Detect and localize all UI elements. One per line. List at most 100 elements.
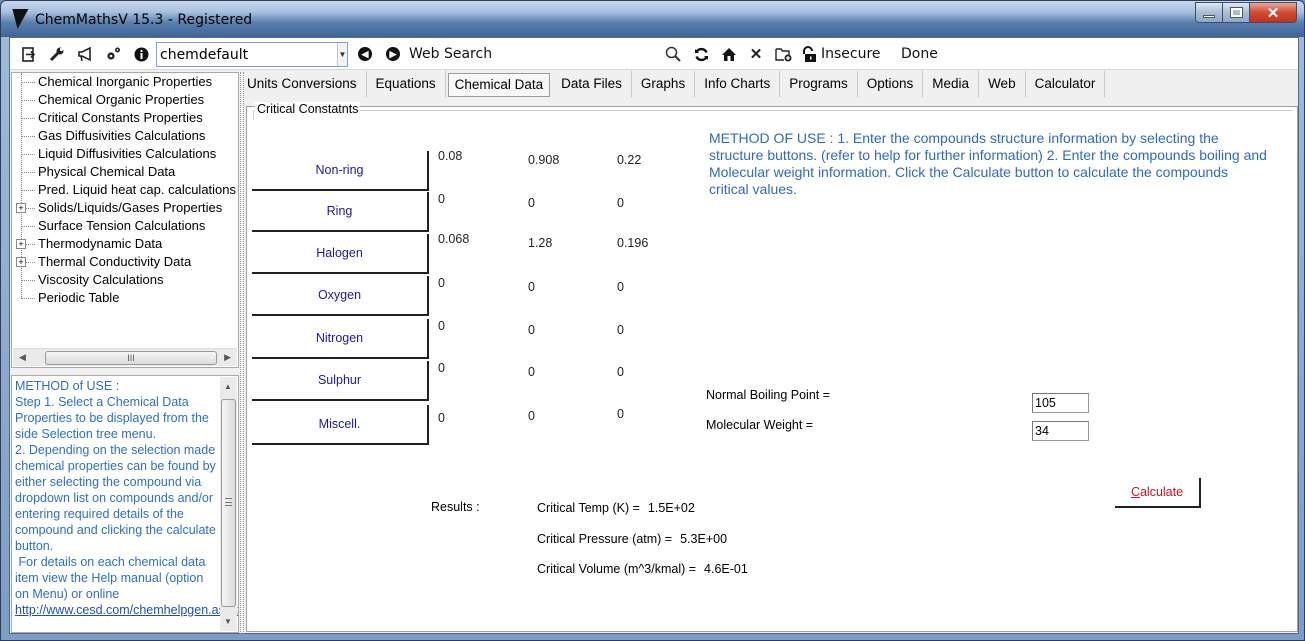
structure-button-ring[interactable]: Ring [252, 192, 429, 232]
tab-calculator[interactable]: Calculator [1026, 71, 1106, 97]
app-logo-icon [9, 9, 29, 29]
expand-plus-icon[interactable]: + [16, 203, 26, 213]
load-status: Done [901, 46, 938, 62]
chevron-down-icon[interactable]: ▼ [337, 43, 347, 66]
tab-equations[interactable]: Equations [367, 71, 446, 97]
web-search-button[interactable]: Web Search [409, 46, 492, 62]
scroll-thumb[interactable] [221, 399, 236, 607]
panel-splitter[interactable] [240, 72, 244, 634]
megaphone-icon[interactable] [76, 45, 94, 63]
scroll-thumb[interactable]: III [45, 351, 217, 365]
help-panel: METHOD of USE : Step 1. Select a Chemica… [11, 375, 239, 633]
help-link[interactable]: http://www.cesd.com/chemhelpgen.aspx [15, 603, 238, 617]
tab-info-charts[interactable]: Info Charts [695, 71, 781, 97]
structure-button-oxygen[interactable]: Oxygen [252, 276, 429, 316]
window-title: ChemMathsV 15.3 - Registered [35, 12, 253, 28]
tree-item[interactable]: + Solids/Liquids/Gases Properties [12, 199, 238, 217]
unlock-icon [800, 45, 818, 63]
molecular-weight-input[interactable] [1032, 421, 1089, 441]
structure-button-nitrogen[interactable]: Nitrogen [252, 319, 429, 359]
maximize-button[interactable] [1223, 2, 1250, 23]
tree-item-label: Solids/Liquids/Gases Properties [38, 200, 223, 215]
expand-plus-icon[interactable]: + [16, 239, 26, 249]
tab-units-conversions[interactable]: Units Conversions [238, 71, 367, 97]
structure-value: 0.196 [617, 236, 649, 250]
tree-item-label: Surface Tension Calculations [38, 218, 206, 233]
tree-item[interactable]: Physical Chemical Data [12, 163, 238, 181]
forward-icon[interactable]: ▶ [386, 47, 400, 61]
scroll-down-icon[interactable]: ▼ [224, 617, 232, 626]
structure-button-miscell[interactable]: Miscell. [252, 405, 429, 445]
gears-icon[interactable] [104, 45, 122, 63]
profile-combobox[interactable]: ▼ [156, 42, 348, 67]
tree-horizontal-scrollbar[interactable]: ◀ III ▶ [13, 348, 237, 366]
title-bar[interactable]: ChemMathsV 15.3 - Registered ✕ [1, 1, 1304, 37]
calculate-button[interactable]: Calculate [1115, 478, 1201, 508]
structure-value: 0 [617, 407, 624, 421]
tree-item[interactable]: Viscosity Calculations [12, 271, 238, 289]
wrench-icon[interactable] [48, 45, 66, 63]
help-vertical-scrollbar[interactable]: ▲ ▼ [220, 377, 237, 631]
app-window: ChemMathsV 15.3 - Registered ✕ chemdefau… [0, 0, 1305, 641]
main-tabs: Units Conversions Equations Chemical Data D… [238, 71, 1106, 99]
scroll-right-icon[interactable]: ▶ [224, 352, 231, 363]
structure-button-sulphur[interactable]: Sulphur [252, 361, 429, 401]
window-controls: ✕ [1195, 2, 1297, 23]
results-label: Results : [431, 500, 480, 514]
tree-connector [21, 82, 35, 83]
tree-item[interactable]: Pred. Liquid heat cap. calculations [12, 181, 238, 199]
tree-item[interactable]: Chemical Organic Properties [12, 91, 238, 109]
tree-connector [21, 136, 35, 137]
exit-icon[interactable] [20, 45, 38, 63]
structure-button-nonring[interactable]: Non-ring [252, 151, 429, 191]
structure-value: 0 [438, 319, 445, 333]
structure-value: 0 [438, 361, 445, 375]
close-button[interactable]: ✕ [1250, 2, 1297, 23]
tree-item[interactable]: Chemical Inorganic Properties [12, 73, 238, 91]
structure-value: 0.08 [438, 149, 463, 163]
structure-button-halogen[interactable]: Halogen [252, 234, 429, 274]
boiling-point-input[interactable] [1032, 393, 1089, 413]
info-icon[interactable] [132, 45, 150, 63]
tab-data-files[interactable]: Data Files [552, 71, 632, 97]
structure-value: 0 [528, 409, 535, 423]
minimize-button[interactable] [1195, 2, 1223, 23]
chemical-data-panel: Critical Constatnts Non-ring 0.08 0.908 0.2… [246, 102, 1298, 632]
tree-item[interactable]: + Thermodynamic Data [12, 235, 238, 253]
tab-graphs[interactable]: Graphs [632, 71, 696, 97]
help-text: METHOD of USE : Step 1. Select a Chemica… [15, 378, 238, 618]
tab-web[interactable]: Web [979, 71, 1026, 97]
tree-item[interactable]: Liquid Diffusivities Calculations [12, 145, 238, 163]
tree-item[interactable]: Gas Diffusivities Calculations [12, 127, 238, 145]
tab-options[interactable]: Options [858, 71, 924, 97]
home-icon[interactable] [720, 45, 738, 63]
structure-value: 0 [438, 192, 445, 206]
tree-item[interactable]: Surface Tension Calculations [12, 217, 238, 235]
security-status: Insecure [821, 46, 881, 62]
scroll-up-icon[interactable]: ▲ [224, 382, 232, 391]
refresh-icon[interactable] [692, 45, 710, 63]
back-icon[interactable]: ◀ [358, 47, 372, 61]
tree-item[interactable]: Periodic Table [12, 289, 238, 307]
zoom-icon[interactable] [664, 45, 682, 63]
tree-connector [21, 100, 35, 101]
tree-item[interactable]: + Thermal Conductivity Data [12, 253, 238, 271]
tab-chemical-data[interactable]: Chemical Data [447, 73, 551, 97]
result-value: 5.3E+00 [680, 532, 728, 546]
close-icon: ✕ [1266, 4, 1280, 22]
tree-connector [21, 172, 35, 173]
tab-programs[interactable]: Programs [780, 71, 858, 97]
tree-item[interactable]: Critical Constants Properties [12, 109, 238, 127]
structure-value: 0 [617, 280, 624, 294]
stop-icon[interactable]: ✕ [747, 45, 765, 63]
new-folder-icon[interactable] [774, 45, 792, 63]
help-body: METHOD of USE : Step 1. Select a Chemica… [15, 379, 216, 601]
scroll-left-icon[interactable]: ◀ [19, 352, 26, 363]
tab-media[interactable]: Media [923, 71, 980, 97]
structure-value: 0 [438, 411, 445, 425]
expand-plus-icon[interactable]: + [16, 257, 26, 267]
structure-value: 0 [617, 196, 624, 210]
selection-tree: Chemical Inorganic Properties Chemical Or… [11, 72, 239, 368]
profile-input[interactable] [157, 43, 337, 66]
structure-value: 0 [617, 365, 624, 379]
